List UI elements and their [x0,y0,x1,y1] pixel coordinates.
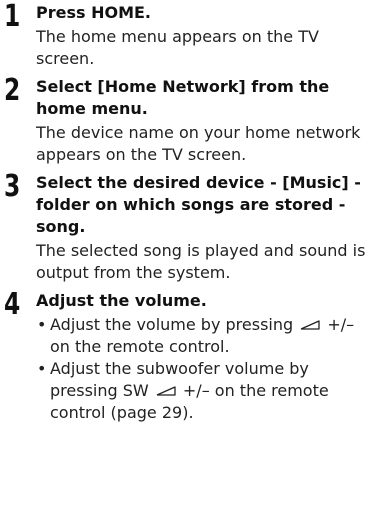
step-description: The home menu appears on the TV screen. [36,27,319,68]
step-description: The device name on your home network app… [36,123,361,164]
step-3: 3 Select the desired device - [Music] - … [0,172,376,284]
instruction-steps: 1 Press HOME. The home menu appears on t… [0,0,376,424]
step-2: 2 Select [Home Network] from the home me… [0,76,376,166]
step-number: 1 [4,0,21,34]
step-description: The selected song is played and sound is… [36,241,366,282]
step-title: Select the desired device - [Music] - fo… [36,173,361,236]
volume-wedge-icon [300,320,320,330]
bullet-icon: • [37,315,47,334]
step-title: Press HOME. [36,3,152,22]
step-number: 4 [4,287,21,322]
volume-wedge-icon [156,386,176,396]
step-bullet-list: • Adjust the volume by pressing +/– on t… [36,314,370,424]
bullet-icon: • [37,359,47,378]
step-title: Adjust the volume. [36,291,207,310]
bullet-item: • Adjust the subwoofer volume by pressin… [36,358,370,424]
step-4: 4 Adjust the volume. • Adjust the volume… [0,290,376,424]
bullet-text-before: Adjust the volume by pressing [50,315,294,334]
step-number: 3 [4,169,21,204]
step-number: 2 [4,73,21,108]
bullet-item: • Adjust the volume by pressing +/– on t… [36,314,370,358]
step-1: 1 Press HOME. The home menu appears on t… [0,2,376,70]
step-title: Select [Home Network] from the home menu… [36,77,330,118]
